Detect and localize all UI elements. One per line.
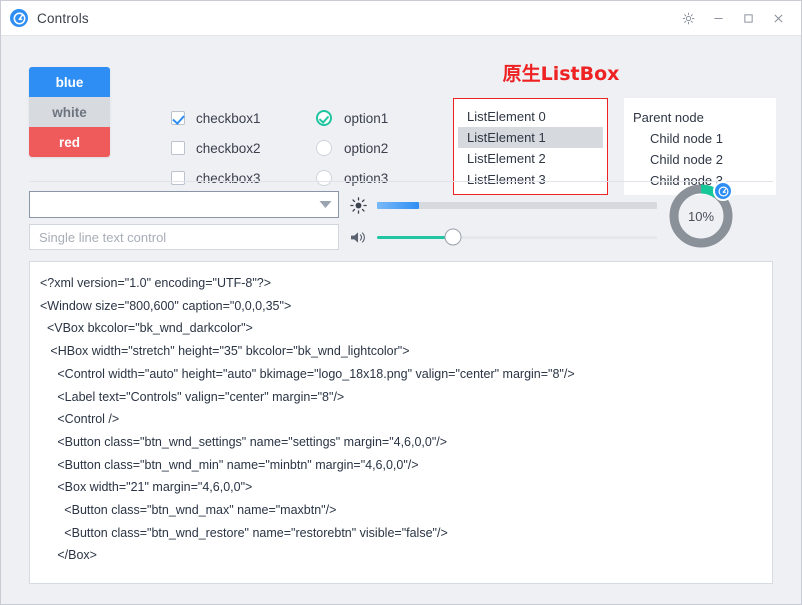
volume-slider-fill [377,235,453,239]
code-line: </Box> [40,548,97,563]
minimize-button[interactable] [703,1,733,36]
circular-progress[interactable]: 10% [666,181,736,251]
top-controls-row: blue white red checkbox1 checkbox2 check… [1,37,801,195]
single-line-text-input[interactable]: Single line text control [29,224,339,250]
radio-row-2[interactable]: option2 [316,133,388,163]
listbox[interactable]: ListElement 0 ListElement 1 ListElement … [458,103,603,190]
maximize-button[interactable] [733,1,763,36]
code-line: <Label text="Controls" valign="center" m… [40,389,345,404]
checkbox-1-box[interactable] [171,111,185,125]
checkbox-row-1[interactable]: checkbox1 [171,103,261,133]
window-buttons [673,1,801,35]
white-button[interactable]: white [29,97,110,127]
section-divider [29,181,773,182]
brightness-slider[interactable] [377,201,657,209]
radio-2-box[interactable] [316,140,332,156]
checkbox-3-label: checkbox3 [196,170,261,186]
tree-item-parent[interactable]: Parent node [624,107,776,128]
code-line: <Control /> [40,412,120,427]
code-line: <?xml version="1.0" encoding="UTF-8"?> [40,276,272,290]
close-button[interactable] [763,1,793,36]
volume-slider-handle[interactable] [444,228,462,246]
volume-slider-row [345,227,657,247]
listbox-title: 原生ListBox [502,63,620,85]
code-line: <Box width="21" margin="4,6,0,0"> [40,480,253,495]
text-input-placeholder: Single line text control [39,229,167,245]
xml-code-panel[interactable]: <?xml version="1.0" encoding="UTF-8"?> <… [29,261,773,584]
code-line: <Button class="btn_wnd_max" name="maxbtn… [40,503,337,518]
radio-3-label: option3 [344,170,389,186]
radio-1-box[interactable] [316,110,332,126]
tree-item-child[interactable]: Child node 2 [624,149,776,170]
chevron-down-icon[interactable] [312,200,338,209]
code-line: <HBox width="stretch" height="35" bkcolo… [40,344,410,359]
radio-group: option1 option2 option3 [316,103,388,193]
radio-3-box[interactable] [316,170,332,186]
checkbox-row-2[interactable]: checkbox2 [171,133,261,163]
brightness-slider-row [345,195,657,215]
app-window: Controls blue white red checkbox1 checkb… [0,0,802,605]
checkbox-3-box[interactable] [171,171,185,185]
radio-1-label: option1 [344,110,389,126]
title-bar: Controls [1,1,801,36]
color-button-group: blue white red [29,67,110,157]
blue-button[interactable]: blue [29,67,110,97]
checkbox-row-3[interactable]: checkbox3 [171,163,261,193]
circular-progress-handle[interactable] [713,181,733,201]
settings-button[interactable] [673,1,703,36]
list-item[interactable]: ListElement 0 [458,106,603,127]
app-logo-icon [10,9,28,27]
code-line: <Button class="btn_wnd_settings" name="s… [40,434,448,449]
code-line: <Button class="btn_wnd_restore" name="re… [40,525,448,540]
radio-2-label: option2 [344,140,389,156]
slider-group [345,191,657,251]
code-line: <VBox bkcolor="bk_wnd_darkcolor"> [40,321,253,336]
red-button[interactable]: red [29,127,110,157]
list-item[interactable]: ListElement 2 [458,148,603,169]
radio-row-3[interactable]: option3 [316,163,388,193]
brightness-slider-fill [377,201,419,209]
list-item[interactable]: ListElement 1 [458,127,603,148]
code-line: <Window size="800,600" caption="0,0,0,35… [40,298,292,313]
checkbox-1-label: checkbox1 [196,110,261,126]
code-line: <Control width="auto" height="auto" bkim… [40,366,575,381]
checkbox-2-label: checkbox2 [196,140,261,156]
combobox[interactable] [29,191,339,218]
radio-row-1[interactable]: option1 [316,103,388,133]
tree-item-child[interactable]: Child node 1 [624,128,776,149]
volume-slider[interactable] [377,228,657,246]
code-line: <Button class="btn_wnd_min" name="minbtn… [40,457,419,472]
list-item[interactable]: ListElement 3 [458,169,603,190]
brightness-icon [345,195,371,215]
window-title: Controls [37,10,89,26]
checkbox-group: checkbox1 checkbox2 checkbox3 [171,103,261,193]
volume-icon [345,227,371,247]
checkbox-2-box[interactable] [171,141,185,155]
